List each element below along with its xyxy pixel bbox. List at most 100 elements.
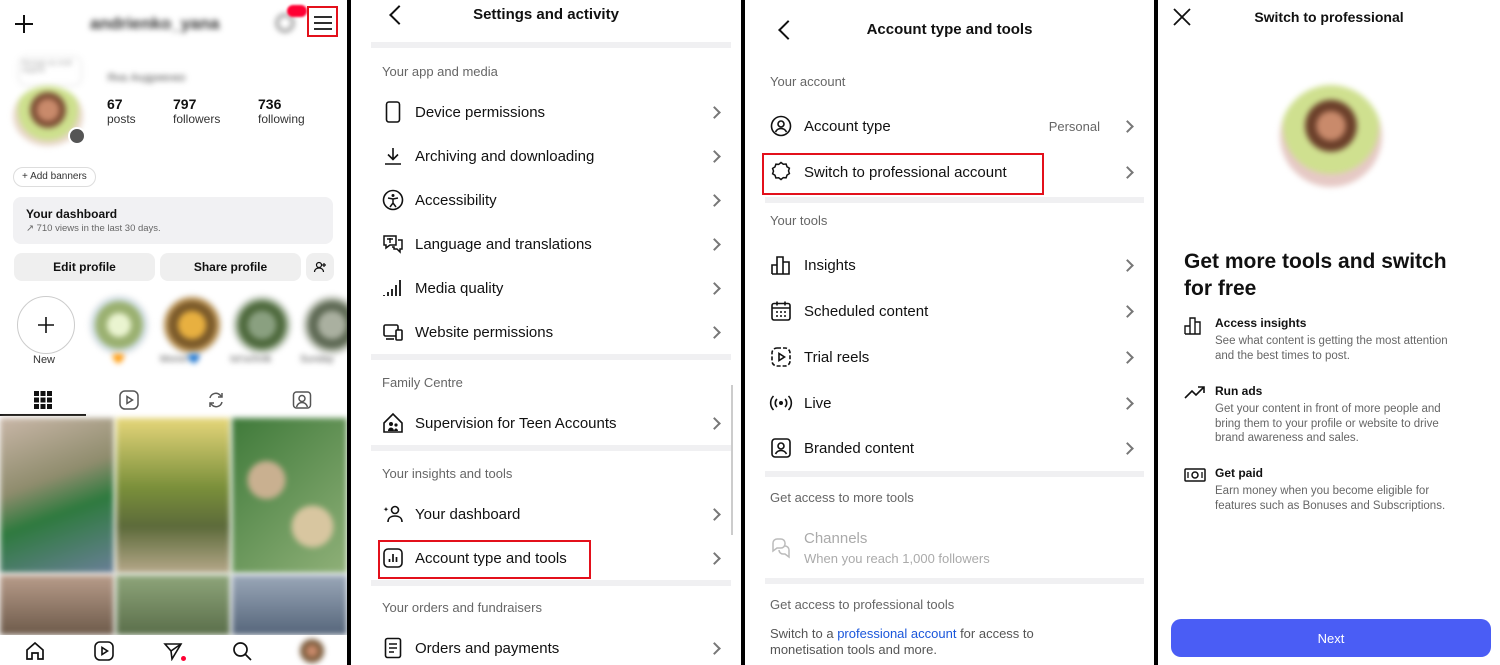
dashboard-card[interactable]: Your dashboard ↗ 710 views in the last 3…	[13, 197, 333, 244]
item-label: Insights	[804, 256, 856, 274]
grid-photo[interactable]	[116, 418, 230, 573]
chevron-right-icon	[708, 105, 721, 119]
home-icon[interactable]	[24, 640, 46, 662]
grid-photo[interactable]	[0, 575, 114, 635]
insights-icon	[769, 253, 793, 277]
receipt-icon	[381, 636, 405, 660]
section-header: Your insights and tools	[382, 466, 513, 481]
settings-item-media-quality[interactable]: Media quality	[351, 266, 741, 310]
grid-photo[interactable]	[232, 575, 347, 635]
item-label: Media quality	[415, 279, 504, 297]
headline: Get more tools and switch for free	[1184, 248, 1447, 302]
settings-item-device-permissions[interactable]: Device permissions	[351, 90, 741, 134]
new-highlight-button[interactable]	[17, 296, 75, 354]
settings-item-supervision[interactable]: Supervision for Teen Accounts	[351, 401, 741, 445]
grid-photo[interactable]	[232, 418, 347, 573]
reels-nav-icon[interactable]	[93, 640, 115, 662]
grid-tab-underline	[0, 414, 86, 416]
settings-item-accessibility[interactable]: Accessibility	[351, 178, 741, 222]
tools-item-scheduled[interactable]: Scheduled content	[745, 289, 1154, 333]
tools-item-insights[interactable]: Insights	[745, 243, 1154, 287]
highlight-label: Monet💙	[160, 354, 201, 365]
stat-number: 67	[107, 96, 123, 112]
reposts-tab-icon[interactable]	[205, 389, 227, 411]
settings-item-website-permissions[interactable]: Website permissions	[351, 310, 741, 354]
settings-item-orders-payments[interactable]: Orders and payments	[351, 626, 741, 665]
settings-item-language[interactable]: Language and translations	[351, 222, 741, 266]
reels-tab-icon[interactable]	[118, 389, 140, 411]
discover-people-button[interactable]	[306, 253, 334, 281]
edit-profile-button[interactable]: Edit profile	[14, 253, 155, 281]
settings-item-your-dashboard[interactable]: Your dashboard	[351, 492, 741, 536]
profile-nav-avatar[interactable]	[300, 639, 324, 663]
chevron-right-icon	[1121, 119, 1134, 133]
pro-text-after: for access to	[956, 626, 1034, 641]
professional-avatar	[1280, 85, 1382, 187]
add-banners-button[interactable]: + Add banners	[13, 167, 96, 187]
next-button[interactable]: Next	[1171, 619, 1491, 657]
section-header: Get access to professional tools	[770, 597, 955, 612]
stat-posts[interactable]: 67 posts	[107, 96, 136, 126]
insights-icon	[1184, 316, 1204, 341]
feature-desc-line: features such as Bonuses and Subscriptio…	[1215, 499, 1446, 512]
grid-photo[interactable]	[116, 575, 230, 635]
tools-item-branded[interactable]: Branded content	[745, 426, 1154, 470]
item-label: Your dashboard	[415, 505, 521, 523]
pro-text-line2: monetisation tools and more.	[770, 642, 937, 657]
stat-label: following	[258, 112, 305, 126]
highlight-circle[interactable]	[163, 296, 221, 354]
stat-following[interactable]: 736 following	[258, 96, 305, 126]
chevron-right-icon	[708, 281, 721, 295]
menu-highlight-box	[307, 6, 338, 37]
highlight-label: Sunday	[300, 354, 334, 365]
add-person-icon	[313, 261, 326, 273]
tools-item-live[interactable]: Live	[745, 381, 1154, 425]
download-icon	[381, 144, 405, 168]
highlight-circle[interactable]	[303, 296, 347, 354]
item-label: Branded content	[804, 439, 915, 457]
headline-line1: Get more tools and switch	[1184, 250, 1447, 273]
item-label: Scheduled content	[804, 302, 929, 320]
create-plus-icon[interactable]	[12, 12, 36, 36]
highlight-label: Ist'ochnik	[230, 354, 272, 365]
scrollbar[interactable]	[731, 385, 733, 535]
settings-item-archiving[interactable]: Archiving and downloading	[351, 134, 741, 178]
account-settings-icon	[769, 114, 793, 138]
account-type-value: Personal	[1048, 118, 1100, 134]
share-profile-button[interactable]: Share profile	[160, 253, 301, 281]
stat-followers[interactable]: 797 followers	[173, 96, 220, 126]
divider	[371, 42, 731, 48]
search-icon[interactable]	[231, 640, 253, 662]
section-header: Get access to more tools	[770, 490, 914, 505]
profile-username[interactable]: andrienko_yana	[90, 14, 219, 34]
tools-item-trial-reels[interactable]: Trial reels	[745, 335, 1154, 379]
tagged-tab-icon[interactable]	[291, 389, 313, 411]
section-header: Your tools	[770, 213, 828, 228]
chevron-right-icon	[708, 325, 721, 339]
pro-tools-description: Switch to a professional account for acc…	[770, 626, 1034, 658]
highlight-circle[interactable]	[90, 296, 148, 354]
feature-desc: See what content is getting the most att…	[1215, 334, 1448, 363]
grid-photo[interactable]	[0, 418, 114, 573]
grid-tab-icon[interactable]	[33, 390, 53, 410]
note-text: Беседа на этой неделе	[22, 60, 72, 74]
channels-chat-icon	[769, 536, 793, 560]
dashboard-person-icon	[381, 502, 405, 526]
tools-item-account-type[interactable]: Account type Personal	[745, 104, 1154, 148]
divider	[371, 354, 731, 360]
note-bubble[interactable]: Беседа на этой неделе	[18, 56, 82, 86]
avatar-add-badge[interactable]	[68, 127, 86, 145]
monitor-icon	[381, 320, 405, 344]
feature-title: Access insights	[1215, 316, 1307, 330]
item-label: Language and translations	[415, 235, 592, 253]
item-label: Account type	[804, 117, 891, 135]
highlight-label: 🧡	[112, 354, 125, 365]
plus-icon	[38, 317, 54, 333]
chevron-right-icon	[708, 551, 721, 565]
professional-account-link[interactable]: professional account	[837, 626, 956, 641]
stat-number: 736	[258, 96, 282, 112]
trial-reels-icon	[769, 345, 793, 369]
dashboard-subtitle: ↗ 710 views in the last 30 days.	[26, 223, 161, 234]
section-header: Your app and media	[382, 64, 498, 79]
highlight-circle[interactable]	[233, 296, 291, 354]
